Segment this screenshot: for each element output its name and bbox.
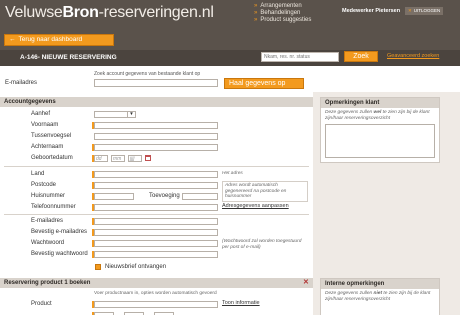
internal-remarks-note: Deze gegevens zullen niet te zien zijn b… (321, 289, 439, 304)
logout-button[interactable]: ✕ UITLOGGEN (405, 7, 444, 15)
nav-item-behandelingen[interactable]: Behandelingen (254, 10, 311, 17)
aanhef-label: Aanhef (31, 111, 51, 117)
achternaam-label: Achternaam (31, 144, 64, 150)
email-lookup: Zoek account gegevens van bestaande klan… (0, 66, 460, 92)
lookup-hint: Zoek account gegevens van bestaande klan… (94, 71, 201, 77)
arrow-left-icon: ← (9, 36, 16, 43)
customer-remarks-note: Deze gegevens zullen wel te zien zijn bi… (321, 108, 439, 123)
date-month-placeholder: mm (113, 156, 122, 162)
chevron-down-icon: ▼ (127, 111, 135, 118)
customer-remarks-panel: Opmerkingen klant Deze gegevens zullen w… (320, 97, 440, 163)
reservering-hint: Voer productnaam in, opties worden autom… (94, 291, 217, 296)
achternaam-field[interactable] (94, 144, 218, 151)
email-field[interactable] (94, 218, 218, 225)
site-header: VeluwseBron-reserveringen.nl Arrangement… (0, 0, 460, 32)
close-icon[interactable]: ✕ (303, 278, 309, 288)
product-label: Product (31, 301, 52, 307)
email-label: E-mailadres (31, 218, 64, 224)
toevoeging-label: Toevoeging (149, 193, 180, 199)
confirm-email-field[interactable] (94, 229, 218, 236)
back-to-dashboard-button[interactable]: ← Terug naar dashboard (4, 34, 114, 46)
internal-remarks-heading: Interne opmerkingen (321, 279, 439, 289)
land-field[interactable] (94, 171, 218, 178)
tussenvoegsel-field[interactable] (94, 133, 218, 140)
address-note: Adres wordt automatisch gegenereerd na p… (222, 181, 308, 202)
lookup-email-field[interactable] (94, 79, 218, 87)
confirm-password-label: Bevestig wachtwoord (31, 251, 88, 257)
close-icon: ✕ (408, 8, 412, 13)
advanced-search-link[interactable]: Geavanceerd zoeken (387, 53, 439, 59)
nav-item-arrangementen[interactable]: Arrangementen (254, 3, 311, 10)
geboortedatum-label: Geboortedatum (31, 155, 73, 161)
date-day-placeholder: dd (96, 156, 102, 162)
calendar-icon[interactable] (145, 155, 151, 161)
note-prefix: Deze gegevens zullen (325, 110, 374, 115)
land-label: Land (31, 171, 45, 177)
lookup-email-label: E-mailadres (5, 80, 38, 86)
voornaam-field[interactable] (94, 122, 218, 129)
search-input[interactable] (261, 52, 339, 62)
password-note: (Wachtwoord zal worden toegestuurd per p… (222, 239, 302, 250)
internal-remarks-panel: Interne opmerkingen Deze gegevens zullen… (320, 278, 440, 315)
show-info-link[interactable]: Toon informatie (222, 300, 260, 306)
date-year-placeholder: jjjj (130, 156, 135, 162)
land-note: Het adres (222, 171, 243, 176)
voornaam-label: Voornaam (31, 122, 59, 128)
fetch-data-button[interactable]: Haal gegevens op (224, 78, 304, 89)
nav-item-product-suggesties[interactable]: Product suggesties (254, 17, 311, 24)
edit-address-link[interactable]: Adresgegevens aanpassen (222, 203, 289, 209)
page-title: A-146- NIEUWE RESERVERING (20, 54, 117, 61)
search-button[interactable]: Zoek (344, 51, 378, 62)
telefoonnummer-label: Telefoonnummer (31, 204, 76, 210)
note-emphasis: niet (373, 291, 383, 296)
telefoonnummer-field[interactable] (94, 204, 218, 211)
main-content: Accountgegevens Aanhef ▼ Voornaam Tussen… (0, 92, 460, 315)
password-label: Wachtwoord (31, 240, 65, 246)
user-name: Medewerker Pietersen (342, 8, 401, 14)
confirm-password-field[interactable] (94, 251, 218, 258)
postcode-field[interactable] (94, 182, 218, 189)
newsletter-checkbox[interactable] (95, 264, 101, 270)
tussenvoegsel-label: Tussenvoegsel (31, 133, 72, 139)
toevoeging-field[interactable] (182, 193, 218, 200)
form-column: Accountgegevens Aanhef ▼ Voornaam Tussen… (0, 92, 313, 315)
huisnummer-label: Huisnummer (31, 193, 66, 199)
confirm-email-label: Bevestig e-mailadres (31, 229, 88, 235)
logout-label: UITLOGGEN (413, 8, 441, 13)
customer-remarks-textarea[interactable] (325, 124, 435, 159)
accountgegevens-heading: Accountgegevens (0, 97, 313, 107)
divider (4, 166, 309, 167)
reservation-page: VeluwseBron-reserveringen.nl Arrangement… (0, 0, 460, 315)
huisnummer-field[interactable] (94, 193, 134, 200)
top-nav: Arrangementen Behandelingen Product sugg… (254, 3, 311, 24)
divider (4, 214, 309, 215)
note-prefix: Deze gegevens zullen (325, 291, 374, 296)
newsletter-label: Nieuwsbrief ontvangen (105, 264, 167, 270)
product-field[interactable] (94, 301, 218, 308)
site-logo[interactable]: VeluwseBron-reserveringen.nl (5, 4, 214, 22)
back-label: Terug naar dashboard (18, 36, 83, 43)
reservering-heading: Reservering product 1 boeken (0, 278, 313, 288)
customer-remarks-heading: Opmerkingen klant (321, 98, 439, 108)
postcode-label: Postcode (31, 182, 57, 188)
password-field[interactable] (94, 240, 218, 247)
